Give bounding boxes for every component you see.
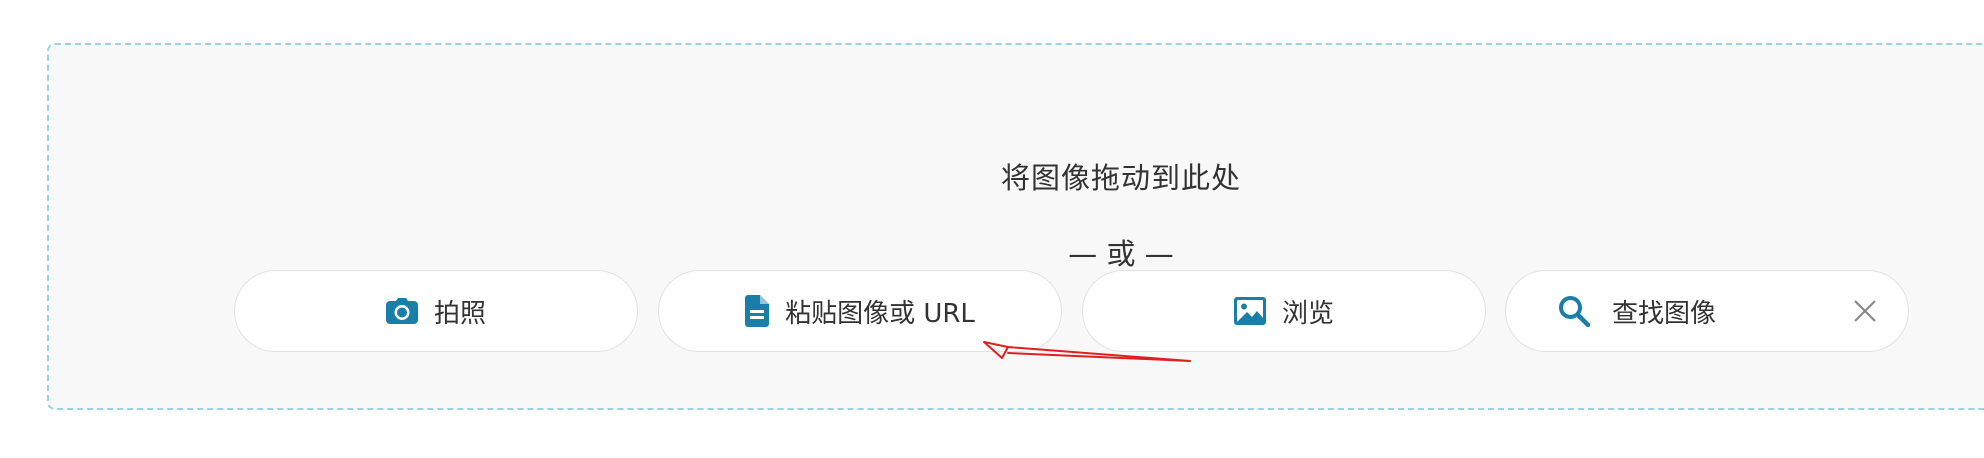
drag-here-text: 将图像拖动到此处	[1000, 161, 1241, 195]
take-photo-button[interactable]: 拍照	[234, 270, 638, 352]
search-icon	[1558, 295, 1590, 327]
close-icon[interactable]	[1852, 298, 1878, 324]
find-image-search-field[interactable]: 查找图像	[1505, 270, 1909, 352]
browse-label: 浏览	[1281, 298, 1334, 329]
document-icon	[745, 295, 770, 327]
paste-image-or-url-label: 粘贴图像或 URL	[785, 298, 975, 329]
find-image-label: 查找图像	[1612, 298, 1717, 329]
or-divider-text: — 或 —	[1068, 237, 1174, 271]
take-photo-label: 拍照	[433, 298, 486, 329]
camera-icon	[385, 298, 418, 324]
annotation-arrow-icon	[983, 341, 1191, 362]
page: 将图像拖动到此处 — 或 — 拍照 粘贴图像或 URL 浏览 查找图像	[0, 0, 1984, 458]
image-icon	[1233, 297, 1266, 325]
